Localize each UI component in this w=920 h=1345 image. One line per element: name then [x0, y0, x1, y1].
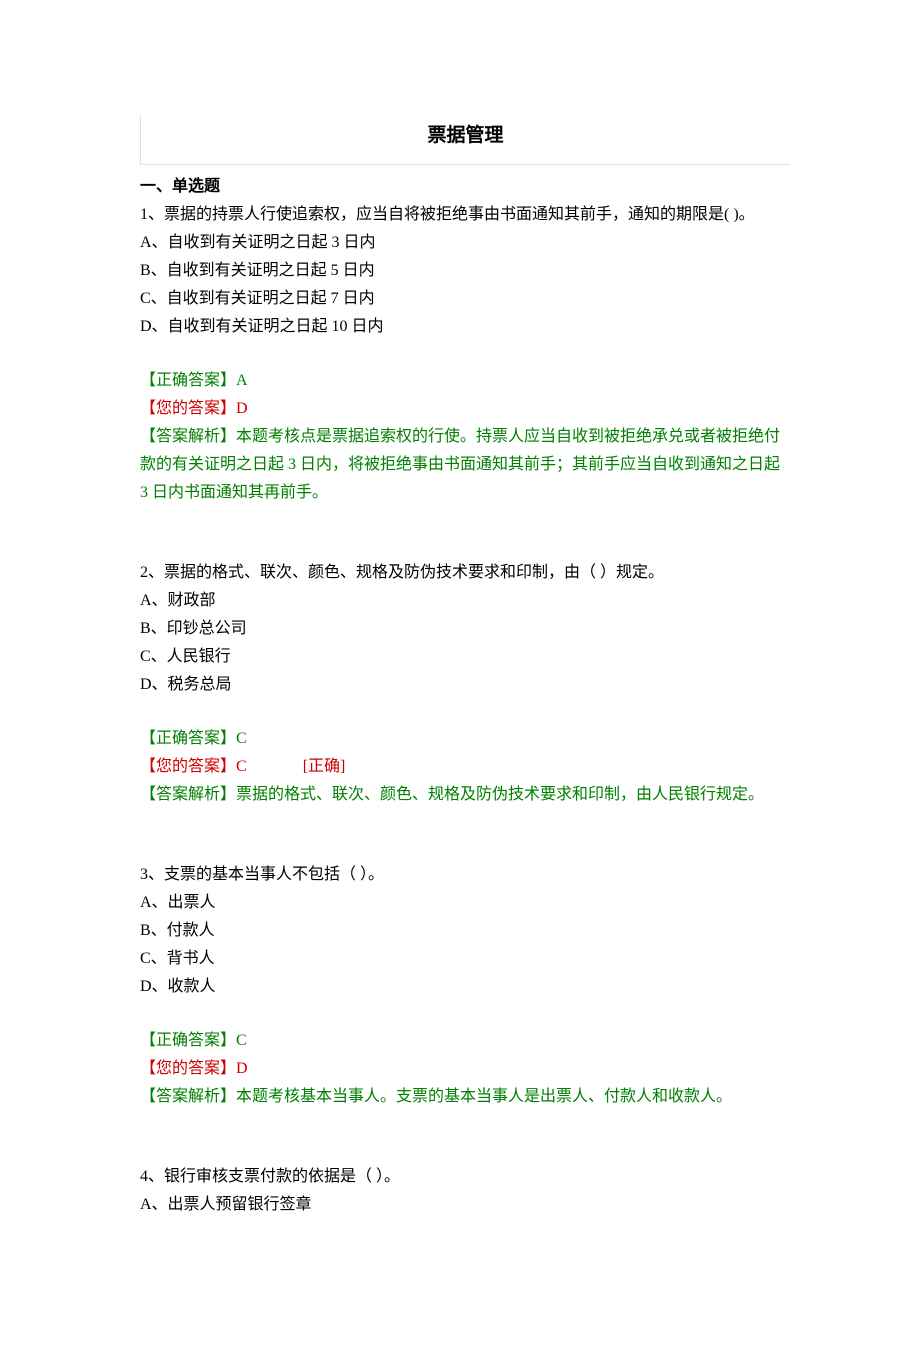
option-b: B、付款人	[140, 917, 790, 945]
answer-2: 【正确答案】C 【您的答案】C [正确] 【答案解析】票据的格式、联次、颜色、规格…	[140, 725, 790, 809]
option-a: A、自收到有关证明之日起 3 日内	[140, 229, 790, 257]
analysis-line: 【答案解析】票据的格式、联次、颜色、规格及防伪技术要求和印制，由人民银行规定。	[140, 781, 790, 809]
your-answer-label: 【您的答案】	[140, 1060, 236, 1077]
analysis-label: 【答案解析】	[140, 428, 236, 445]
question-stem: 4、银行审核支票付款的依据是（ ）。	[140, 1163, 790, 1191]
question-stem: 2、票据的格式、联次、颜色、规格及防伪技术要求和印制，由（ ）规定。	[140, 559, 790, 587]
option-b: B、印钞总公司	[140, 615, 790, 643]
option-c: C、自收到有关证明之日起 7 日内	[140, 285, 790, 313]
option-b: B、自收到有关证明之日起 5 日内	[140, 257, 790, 285]
your-answer-line: 【您的答案】D	[140, 1055, 790, 1083]
correct-answer-value: A	[236, 372, 248, 389]
option-d: D、自收到有关证明之日起 10 日内	[140, 313, 790, 341]
option-a: A、财政部	[140, 587, 790, 615]
analysis-text: 本题考核点是票据追索权的行使。持票人应当自收到被拒绝承兑或者被拒绝付款的有关证明…	[140, 428, 780, 501]
analysis-label: 【答案解析】	[140, 786, 236, 803]
your-answer-label: 【您的答案】	[140, 758, 236, 775]
question-stem: 1、票据的持票人行使追索权，应当自将被拒绝事由书面通知其前手，通知的期限是( )…	[140, 201, 790, 229]
correct-answer-value: C	[236, 1032, 247, 1049]
your-answer-line: 【您的答案】D	[140, 395, 790, 423]
title-frame: 票据管理	[140, 115, 790, 165]
correct-tag: [正确]	[303, 758, 346, 775]
your-answer-line: 【您的答案】C [正确]	[140, 753, 790, 781]
option-a: A、出票人预留银行签章	[140, 1191, 790, 1219]
document-title: 票据管理	[141, 119, 790, 152]
option-d: D、收款人	[140, 973, 790, 1001]
analysis-text: 票据的格式、联次、颜色、规格及防伪技术要求和印制，由人民银行规定。	[236, 786, 764, 803]
your-answer-value: D	[236, 1060, 248, 1077]
correct-answer-label: 【正确答案】	[140, 372, 236, 389]
question-4: 4、银行审核支票付款的依据是（ ）。 A、出票人预留银行签章	[140, 1163, 790, 1219]
analysis-line: 【答案解析】本题考核基本当事人。支票的基本当事人是出票人、付款人和收款人。	[140, 1083, 790, 1111]
your-answer-value: D	[236, 400, 248, 417]
correct-answer-label: 【正确答案】	[140, 730, 236, 747]
option-c: C、人民银行	[140, 643, 790, 671]
analysis-label: 【答案解析】	[140, 1088, 236, 1105]
correct-answer-line: 【正确答案】C	[140, 1027, 790, 1055]
question-stem: 3、支票的基本当事人不包括（ ）。	[140, 861, 790, 889]
correct-answer-line: 【正确答案】C	[140, 725, 790, 753]
answer-1: 【正确答案】A 【您的答案】D 【答案解析】本题考核点是票据追索权的行使。持票人…	[140, 367, 790, 507]
answer-3: 【正确答案】C 【您的答案】D 【答案解析】本题考核基本当事人。支票的基本当事人…	[140, 1027, 790, 1111]
analysis-line: 【答案解析】本题考核点是票据追索权的行使。持票人应当自收到被拒绝承兑或者被拒绝付…	[140, 423, 790, 507]
option-c: C、背书人	[140, 945, 790, 973]
your-answer-label: 【您的答案】	[140, 400, 236, 417]
correct-answer-line: 【正确答案】A	[140, 367, 790, 395]
option-d: D、税务总局	[140, 671, 790, 699]
correct-answer-label: 【正确答案】	[140, 1032, 236, 1049]
question-1: 1、票据的持票人行使追索权，应当自将被拒绝事由书面通知其前手，通知的期限是( )…	[140, 201, 790, 341]
question-3: 3、支票的基本当事人不包括（ ）。 A、出票人 B、付款人 C、背书人 D、收款…	[140, 861, 790, 1001]
your-answer-value: C	[236, 758, 247, 775]
correct-answer-value: C	[236, 730, 247, 747]
option-a: A、出票人	[140, 889, 790, 917]
section-heading: 一、单选题	[140, 173, 790, 201]
question-2: 2、票据的格式、联次、颜色、规格及防伪技术要求和印制，由（ ）规定。 A、财政部…	[140, 559, 790, 699]
analysis-text: 本题考核基本当事人。支票的基本当事人是出票人、付款人和收款人。	[236, 1088, 732, 1105]
